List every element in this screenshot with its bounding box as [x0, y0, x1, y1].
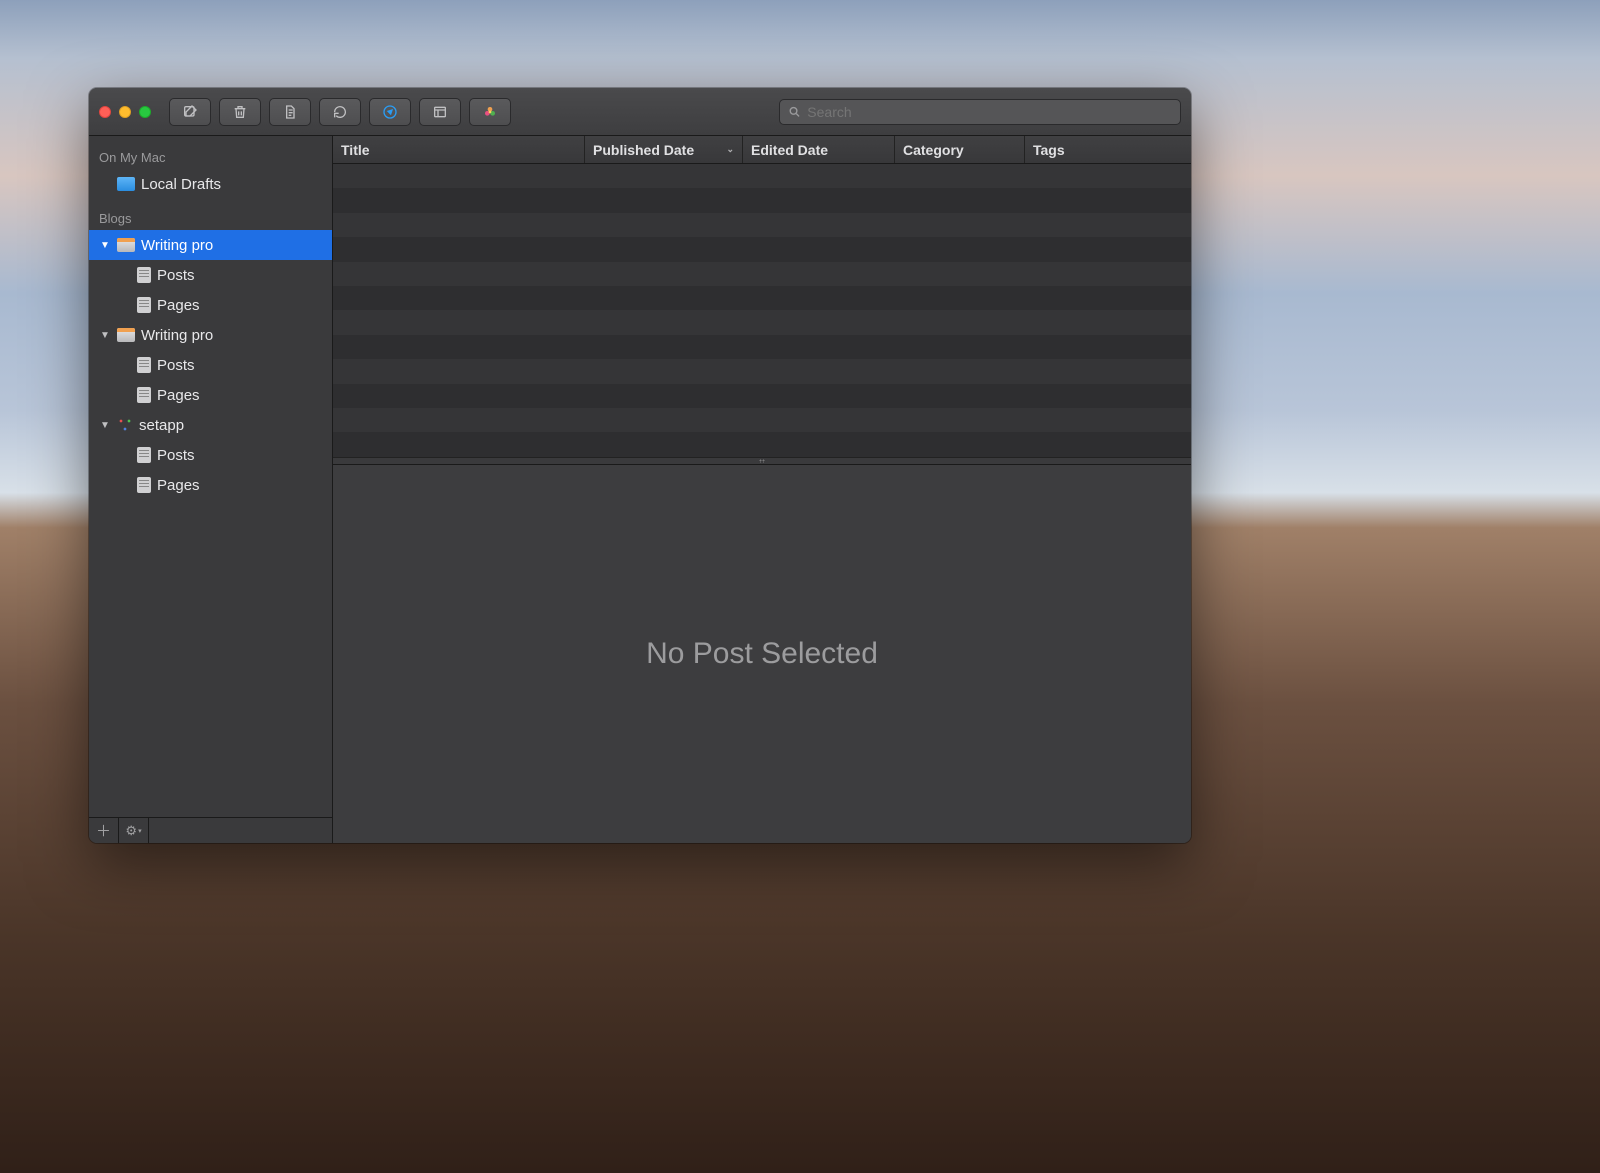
- sidebar-item-label: Pages: [157, 297, 200, 314]
- sidebar-item-label: Posts: [157, 357, 195, 374]
- document-button[interactable]: [269, 98, 311, 126]
- gear-icon: ⚙︎: [125, 823, 137, 839]
- column-category[interactable]: Category: [895, 136, 1025, 163]
- layout-icon: [432, 104, 448, 120]
- refresh-icon: [332, 104, 348, 120]
- refresh-button[interactable]: [319, 98, 361, 126]
- preview-button[interactable]: [369, 98, 411, 126]
- maximize-button[interactable]: [139, 106, 151, 118]
- document-icon: [282, 104, 298, 120]
- compose-icon: [182, 104, 198, 120]
- close-button[interactable]: [99, 106, 111, 118]
- window-body: On My Mac Local Drafts Blogs ▼ Writing p…: [89, 136, 1191, 843]
- sidebar-content: On My Mac Local Drafts Blogs ▼ Writing p…: [89, 136, 332, 817]
- search-icon: [788, 105, 801, 119]
- column-label: Tags: [1033, 142, 1065, 158]
- layout-button[interactable]: [419, 98, 461, 126]
- column-label: Published Date: [593, 142, 694, 158]
- detail-pane: No Post Selected: [333, 465, 1191, 843]
- toolbar: [89, 88, 1191, 136]
- table-row: [333, 408, 1191, 432]
- settings-button[interactable]: ⚙︎ ▾: [119, 818, 149, 843]
- sidebar-item-label: Pages: [157, 477, 200, 494]
- sidebar-item-writing-pro-2[interactable]: ▼ Writing pro: [89, 320, 332, 350]
- main-area: Title Published Date ⌄ Edited Date Categ…: [333, 136, 1191, 843]
- table-row: [333, 164, 1191, 188]
- sidebar-item-label: Local Drafts: [141, 176, 221, 193]
- media-button[interactable]: [469, 98, 511, 126]
- table-row: [333, 384, 1191, 408]
- table-row: [333, 335, 1191, 359]
- column-tags[interactable]: Tags: [1025, 136, 1191, 163]
- sidebar: On My Mac Local Drafts Blogs ▼ Writing p…: [89, 136, 333, 843]
- search-container: [779, 99, 1181, 125]
- sidebar-item-label: Posts: [157, 267, 195, 284]
- page-icon: [137, 447, 151, 463]
- sidebar-item-label: Writing pro: [141, 327, 213, 344]
- compose-button[interactable]: [169, 98, 211, 126]
- empty-state-message: No Post Selected: [646, 637, 878, 671]
- app-window: On My Mac Local Drafts Blogs ▼ Writing p…: [89, 88, 1191, 843]
- sidebar-item-posts[interactable]: Posts: [89, 350, 332, 380]
- page-icon: [137, 297, 151, 313]
- page-icon: [137, 387, 151, 403]
- table-row: [333, 262, 1191, 286]
- sidebar-item-posts[interactable]: Posts: [89, 440, 332, 470]
- blog-icon: [117, 328, 135, 342]
- table-row: [333, 188, 1191, 212]
- sidebar-item-label: Posts: [157, 447, 195, 464]
- chevron-down-icon[interactable]: ▼: [99, 420, 111, 431]
- split-handle[interactable]: [333, 457, 1191, 465]
- page-icon: [137, 477, 151, 493]
- columns-header: Title Published Date ⌄ Edited Date Categ…: [333, 136, 1191, 164]
- minimize-button[interactable]: [119, 106, 131, 118]
- sidebar-item-writing-pro-1[interactable]: ▼ Writing pro: [89, 230, 332, 260]
- delete-button[interactable]: [219, 98, 261, 126]
- table-row: [333, 213, 1191, 237]
- page-icon: [137, 267, 151, 283]
- chevron-down-icon: ⌄: [726, 144, 734, 155]
- sidebar-item-label: setapp: [139, 417, 184, 434]
- sidebar-section-header-blogs: Blogs: [89, 199, 332, 230]
- compass-icon: [382, 104, 398, 120]
- flower-icon: [482, 104, 498, 120]
- sidebar-item-setapp[interactable]: ▼ setapp: [89, 410, 332, 440]
- table-row: [333, 432, 1191, 456]
- sidebar-footer: ＋ ⚙︎ ▾: [89, 817, 332, 843]
- column-edited-date[interactable]: Edited Date: [743, 136, 895, 163]
- sidebar-item-pages[interactable]: Pages: [89, 290, 332, 320]
- sidebar-item-posts[interactable]: Posts: [89, 260, 332, 290]
- sidebar-item-label: Writing pro: [141, 237, 213, 254]
- table-row: [333, 237, 1191, 261]
- chevron-down-icon[interactable]: ▼: [99, 240, 111, 251]
- sidebar-item-pages[interactable]: Pages: [89, 470, 332, 500]
- add-button[interactable]: ＋: [89, 818, 119, 843]
- column-label: Category: [903, 142, 964, 158]
- search-input[interactable]: [807, 104, 1172, 120]
- window-controls: [99, 106, 151, 118]
- folder-icon: [117, 177, 135, 191]
- page-icon: [137, 357, 151, 373]
- sidebar-item-local-drafts[interactable]: Local Drafts: [89, 169, 332, 199]
- table-row: [333, 310, 1191, 334]
- setapp-icon: [117, 417, 133, 433]
- column-label: Title: [341, 142, 370, 158]
- table-row: [333, 286, 1191, 310]
- sidebar-section-header-local: On My Mac: [89, 138, 332, 169]
- sidebar-item-pages[interactable]: Pages: [89, 380, 332, 410]
- chevron-down-icon[interactable]: ▼: [99, 330, 111, 341]
- column-published-date[interactable]: Published Date ⌄: [585, 136, 743, 163]
- blog-icon: [117, 238, 135, 252]
- column-label: Edited Date: [751, 142, 828, 158]
- caret-down-icon: ▾: [138, 827, 142, 835]
- table-row: [333, 359, 1191, 383]
- plus-icon: ＋: [96, 820, 111, 841]
- post-list[interactable]: [333, 164, 1191, 457]
- search-field[interactable]: [779, 99, 1181, 125]
- sidebar-item-label: Pages: [157, 387, 200, 404]
- trash-icon: [232, 104, 248, 120]
- column-title[interactable]: Title: [333, 136, 585, 163]
